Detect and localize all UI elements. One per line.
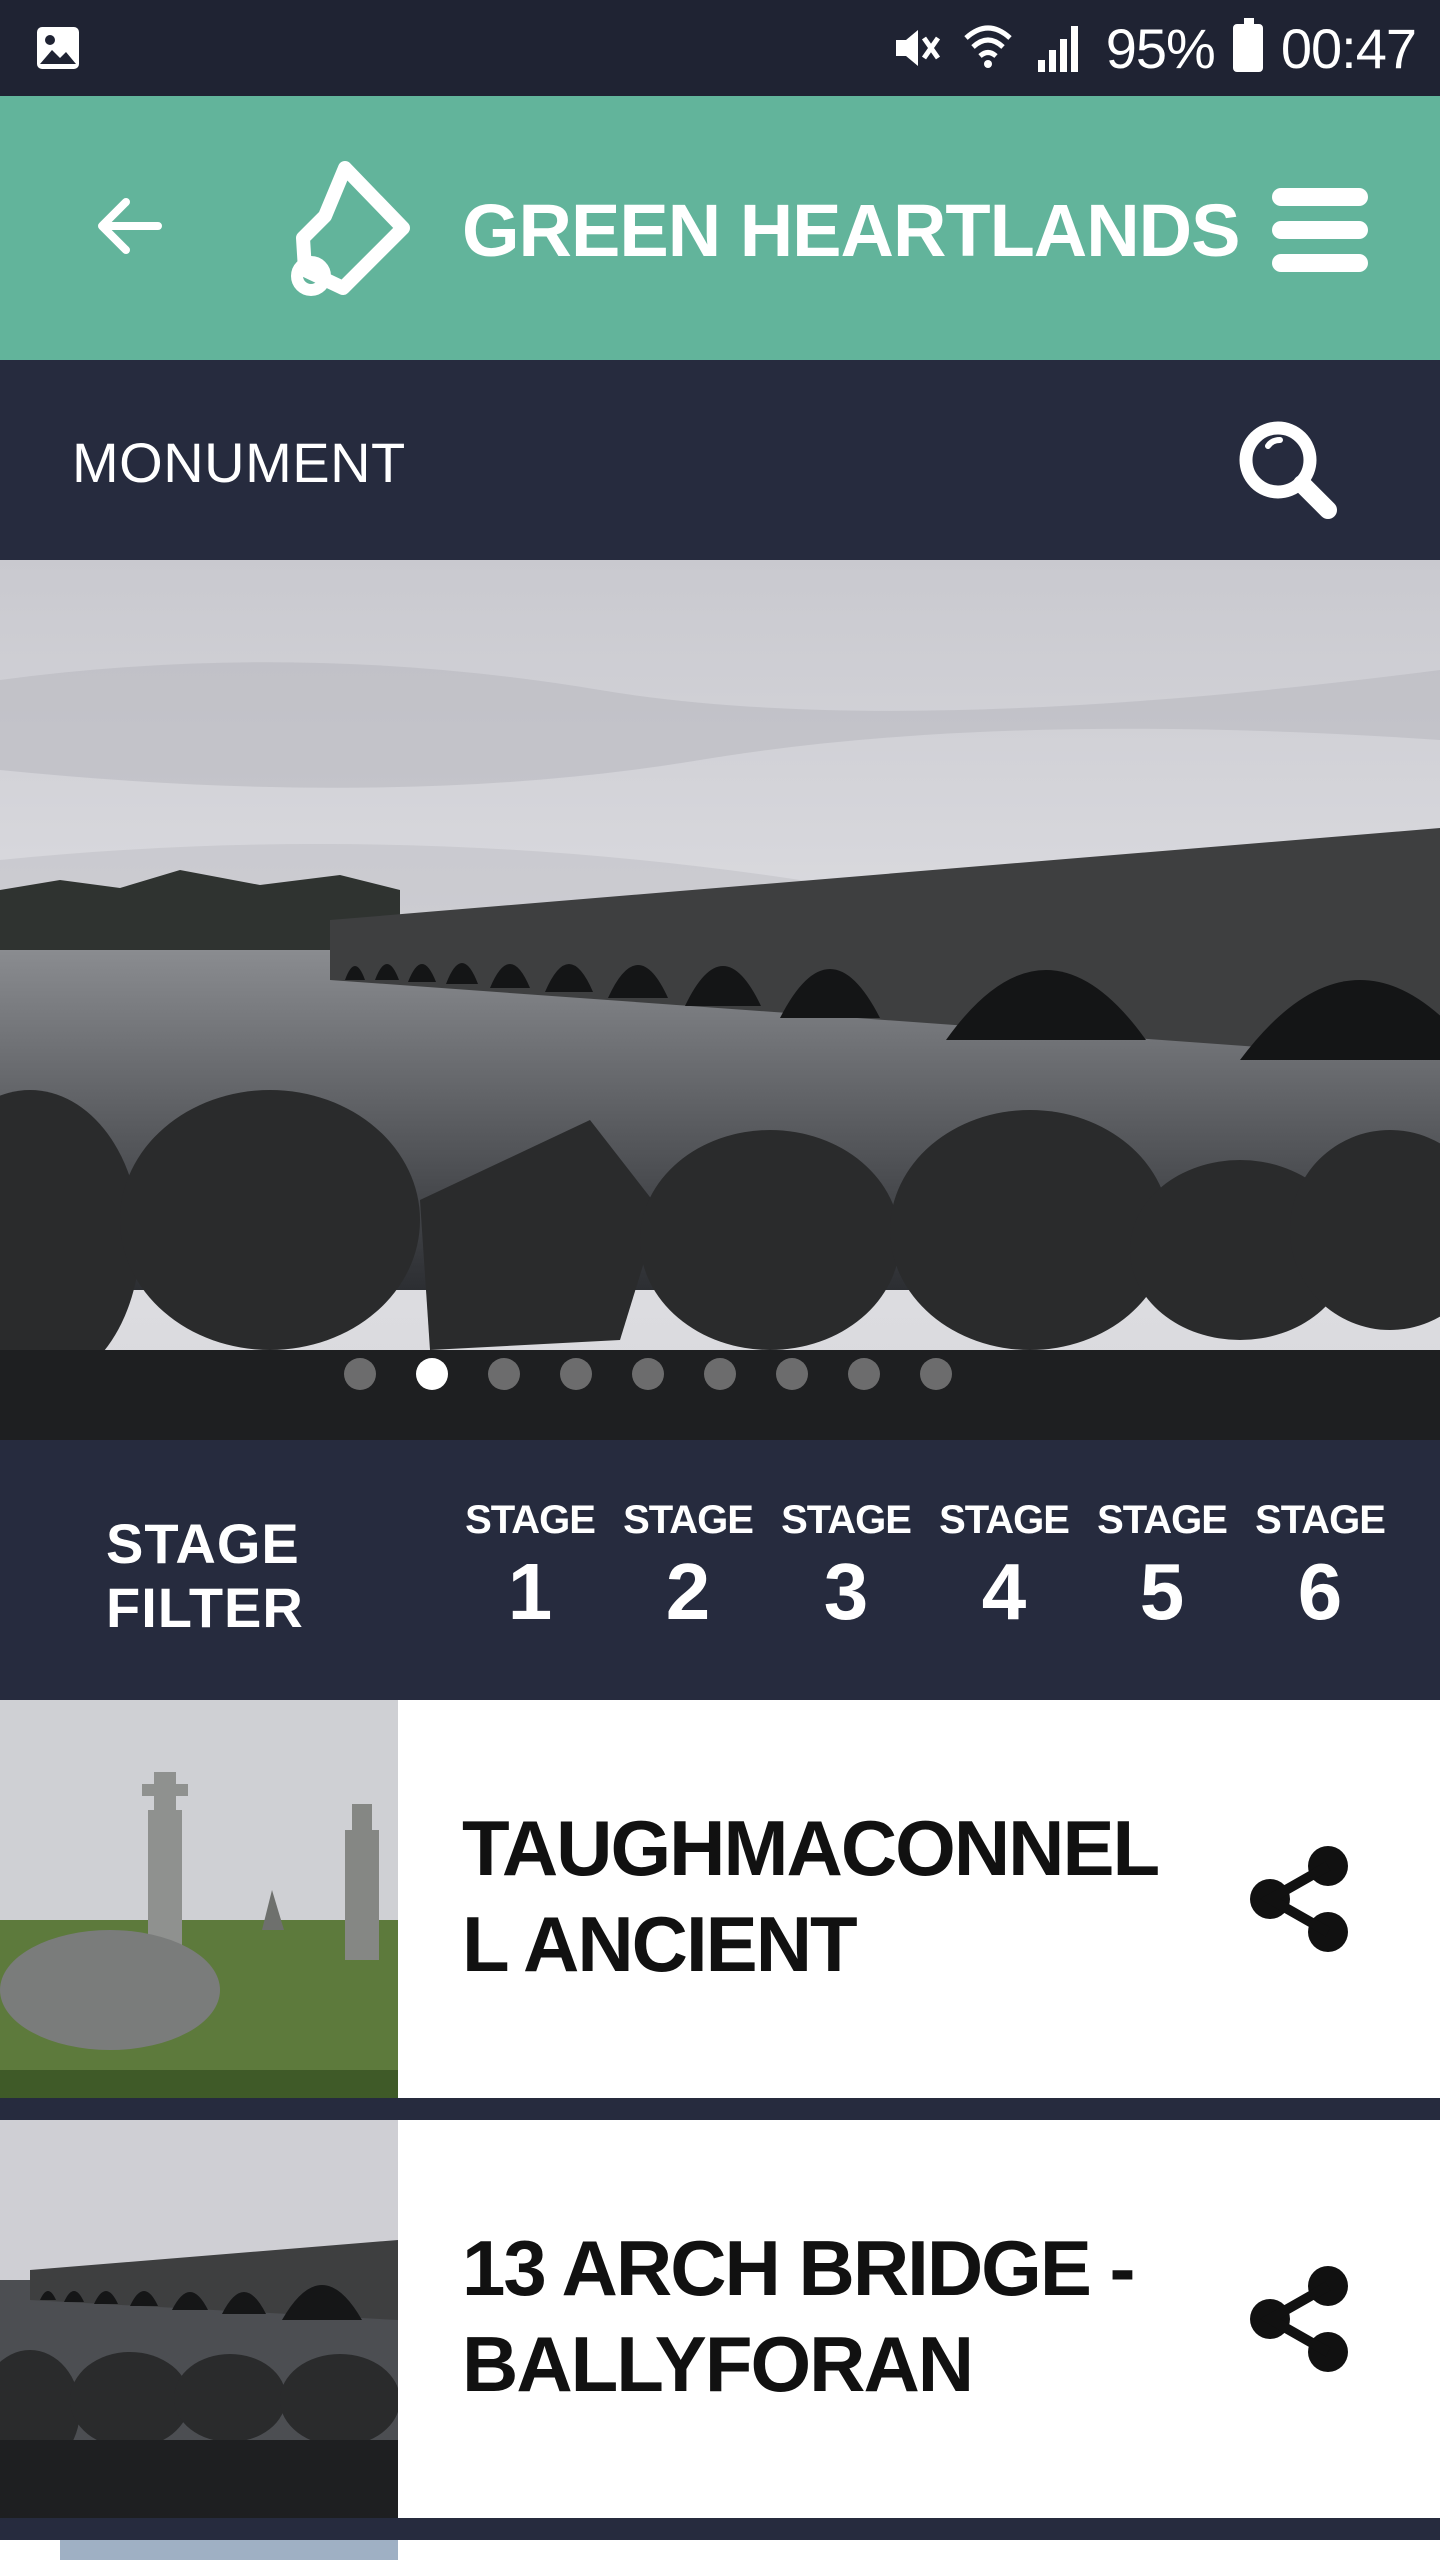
share-icon[interactable] (1246, 1844, 1356, 1954)
stage-2-button[interactable]: STAGE 2 (618, 1498, 758, 1637)
stage-5-button[interactable]: STAGE 5 (1092, 1498, 1232, 1637)
hamburger-menu-icon (1272, 188, 1368, 206)
app-logo-icon (291, 161, 410, 296)
share-icon[interactable] (1246, 2264, 1356, 2374)
list-item[interactable]: 13 ARCH BRIDGE - BALLYFORAN (0, 2120, 1440, 2518)
carousel-dots (0, 1358, 1440, 1390)
stage-3-button[interactable]: STAGE 3 (776, 1498, 916, 1637)
carousel-dot[interactable] (560, 1358, 592, 1390)
list-divider (0, 2098, 1440, 2120)
carousel-dot[interactable] (920, 1358, 952, 1390)
carousel-dot[interactable] (344, 1358, 376, 1390)
list-item-thumbnail (0, 2120, 398, 2518)
menu-button[interactable] (1272, 188, 1368, 272)
category-title: MONUMENT (72, 431, 406, 494)
list-item[interactable]: TAUGHMACONNEL L ANCIENT (0, 1700, 1440, 2098)
stage-1-button[interactable]: STAGE 1 (460, 1498, 600, 1637)
mute-icon (895, 30, 940, 66)
carousel-dot[interactable] (848, 1358, 880, 1390)
clock: 00:47 (1280, 16, 1417, 80)
status-bar: 95% 00:47 (0, 0, 1440, 96)
category-bar: MONUMENT (0, 360, 1440, 560)
stage-6-button[interactable]: STAGE 6 (1250, 1498, 1390, 1637)
stage-4-button[interactable]: STAGE 4 (934, 1498, 1074, 1637)
back-button[interactable] (88, 186, 168, 266)
carousel-dot[interactable] (704, 1358, 736, 1390)
list-item-thumbnail (0, 1700, 398, 2098)
carousel-dot[interactable] (776, 1358, 808, 1390)
list-item-title: TAUGHMACONNEL L ANCIENT (462, 1804, 1160, 1988)
list-item-partial[interactable] (0, 2540, 1440, 2560)
battery-percent: 95% (1105, 16, 1216, 80)
hero-carousel[interactable] (0, 560, 1440, 1440)
battery-icon (1232, 18, 1263, 72)
image-notification-icon (37, 27, 79, 69)
app-title: GREEN HEARTLANDS (462, 189, 1240, 272)
carousel-dot[interactable] (488, 1358, 520, 1390)
stage-filter-label: STAGE FILTER (106, 1512, 304, 1639)
list-item-title: 13 ARCH BRIDGE - BALLYFORAN (462, 2224, 1136, 2408)
wifi-icon (964, 25, 1012, 68)
app-bar: GREEN HEARTLANDS (0, 96, 1440, 360)
search-icon[interactable] (1232, 414, 1342, 524)
arrow-left-icon (98, 198, 162, 254)
list-divider (0, 2518, 1440, 2540)
stage-filter-bar: STAGE FILTER STAGE 1 STAGE 2 STAGE 3 STA… (0, 1440, 1440, 1700)
carousel-dot-active[interactable] (416, 1358, 448, 1390)
hero-image (0, 560, 1440, 1440)
carousel-dot[interactable] (632, 1358, 664, 1390)
signal-icon (1037, 26, 1078, 72)
